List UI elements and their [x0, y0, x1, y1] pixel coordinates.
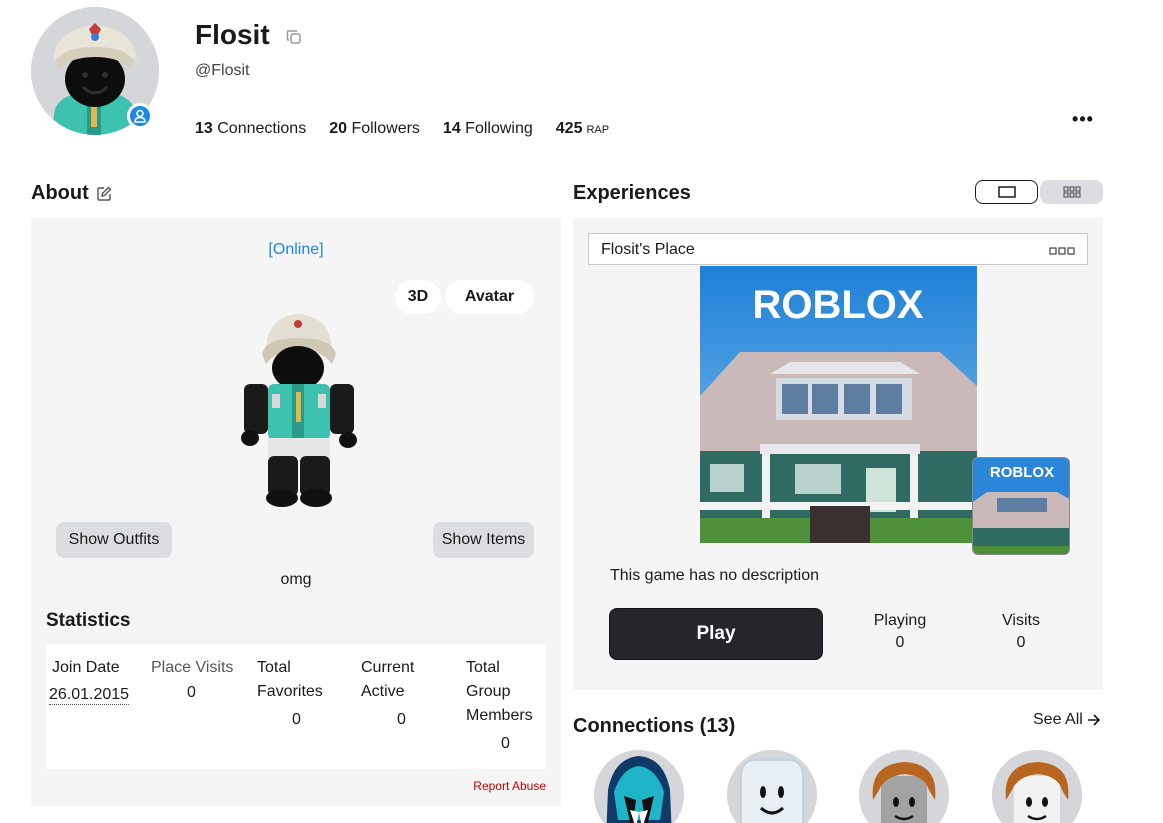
game-mini-thumbnail-image: ROBLOX	[973, 458, 1069, 554]
experiences-view-toggle	[975, 180, 1103, 204]
list-view-icon	[997, 186, 1016, 198]
playing-value: 0	[895, 634, 905, 651]
connections-stat-link[interactable]: 13 Connections	[195, 120, 306, 138]
game-thumbnail-image: ROBLOX	[700, 266, 977, 543]
join-date-value: 26.01.2015	[49, 686, 130, 705]
current-active-label-line1: Current	[361, 659, 415, 676]
connection-avatar-image	[992, 750, 1082, 823]
username: @Flosit	[195, 62, 250, 79]
show-outfits-button[interactable]: Show Outfits	[56, 522, 172, 558]
following-count: 14	[442, 120, 461, 137]
experiences-title: Experiences	[573, 182, 691, 204]
game-header: Flosit's Place	[588, 233, 1088, 265]
experiences-panel: Flosit's Place ROBLOX ROBLOX This game h…	[573, 218, 1103, 690]
playing-stat: Playing 0	[865, 610, 935, 654]
play-button[interactable]: Play	[609, 608, 823, 660]
statistics-box: Join Date 26.01.2015 Place Visits 0 Tota…	[46, 644, 546, 769]
total-favorites-label-line1: Total	[257, 659, 291, 676]
following-label: Following	[465, 120, 533, 137]
current-active-label-line2: Active	[361, 683, 405, 700]
followers-stat-link[interactable]: 20 Followers	[329, 120, 420, 138]
group-members-label-line2: Group	[466, 683, 511, 700]
show-items-button[interactable]: Show Items	[433, 522, 534, 558]
see-all-label: See All	[1033, 711, 1083, 728]
place-visits-stat: Place Visits	[151, 656, 233, 680]
edit-icon[interactable]	[96, 186, 112, 202]
connection-avatar[interactable]	[992, 750, 1082, 823]
online-presence-icon	[127, 103, 153, 129]
visits-label: Visits	[1002, 612, 1040, 629]
avatar-3d-figure	[241, 314, 357, 507]
see-all-link[interactable]: See All	[1033, 711, 1101, 729]
rap-stat: 425 RAP	[556, 120, 609, 138]
connections-count: 13	[195, 120, 213, 137]
profile-stats: 13 Connections 20 Followers 14 Following…	[195, 120, 632, 138]
grid-view-toggle[interactable]	[1040, 180, 1103, 204]
group-members-label-line1: Total	[466, 659, 500, 676]
join-date-label: Join Date	[52, 659, 120, 676]
following-stat-link[interactable]: 14 Following	[443, 120, 533, 138]
arrow-right-icon	[1087, 714, 1100, 726]
thumbnail-logo-text: ROBLOX	[752, 283, 923, 327]
avatar-3d-view[interactable]	[236, 310, 362, 510]
current-active-stat: Current Active	[361, 656, 414, 704]
place-visits-label: Place Visits	[151, 659, 234, 676]
toggle-3d-button[interactable]: 3D	[395, 280, 441, 314]
place-visits-value: 0	[187, 684, 196, 701]
connection-avatar[interactable]	[594, 750, 684, 823]
join-date-stat: Join Date	[52, 656, 120, 680]
report-abuse-link[interactable]: Report Abuse	[473, 779, 546, 793]
total-favorites-stat: Total Favorites	[257, 656, 323, 704]
more-options-icon[interactable]: •••	[1072, 108, 1094, 130]
grid-view-icon	[1063, 186, 1080, 198]
connection-avatar-image	[727, 750, 817, 823]
connection-avatar-image	[594, 750, 684, 823]
display-name: Flosit	[195, 19, 270, 50]
followers-count: 20	[329, 120, 347, 137]
current-active-value: 0	[397, 711, 406, 728]
playing-label: Playing	[873, 612, 927, 629]
followers-label: Followers	[351, 120, 420, 137]
group-members-stat: Total Group Members	[466, 656, 533, 728]
game-description: This game has no description	[610, 567, 819, 584]
visits-value: 0	[1016, 634, 1026, 651]
connections-title: Connections (13)	[573, 715, 736, 737]
rap-value: 425	[555, 120, 583, 137]
profile-bio: omg	[280, 571, 312, 588]
connection-avatar-image	[859, 750, 949, 823]
total-favorites-label-line2: Favorites	[257, 683, 323, 700]
copy-icon[interactable]	[286, 29, 302, 45]
game-options-icon[interactable]	[1049, 242, 1075, 260]
avatar-button[interactable]: Avatar	[445, 280, 534, 314]
group-members-label-line3: Members	[466, 707, 533, 724]
about-panel: [Online] 3D Avatar Show Outfits Show Ite…	[31, 218, 561, 806]
game-mini-thumbnail: ROBLOX	[972, 457, 1070, 555]
group-members-value: 0	[501, 735, 510, 752]
mini-thumbnail-logo-text: ROBLOX	[990, 464, 1054, 481]
connection-avatar[interactable]	[727, 750, 817, 823]
visits-stat: Visits 0	[991, 610, 1051, 654]
game-name[interactable]: Flosit's Place	[601, 241, 695, 259]
profile-avatar[interactable]	[31, 7, 159, 135]
rap-label: RAP	[586, 124, 610, 136]
total-favorites-value: 0	[292, 711, 301, 728]
game-thumbnail[interactable]: ROBLOX	[700, 266, 977, 543]
list-view-toggle[interactable]	[975, 180, 1038, 204]
connections-label: Connections	[217, 120, 307, 137]
connection-avatar[interactable]	[859, 750, 949, 823]
statistics-title: Statistics	[46, 610, 131, 631]
about-title: About	[31, 182, 89, 204]
online-status: [Online]	[268, 241, 324, 258]
